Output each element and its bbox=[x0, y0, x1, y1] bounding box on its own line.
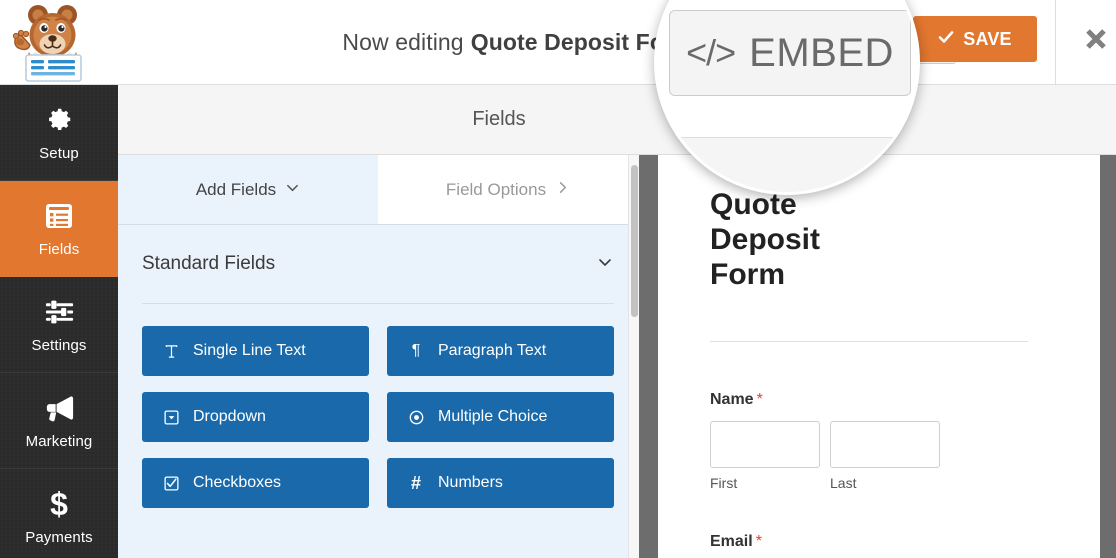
last-name-input[interactable] bbox=[830, 421, 940, 468]
add-fields-panel: Add Fields Field Options Standard Fields bbox=[118, 155, 638, 558]
chevron-right-icon bbox=[555, 180, 570, 200]
chevron-down-icon[interactable] bbox=[596, 253, 614, 276]
field-button-grid: Single Line Text ¶ Paragraph Text Dropdo… bbox=[118, 304, 638, 508]
tab-add-fields-label: Add Fields bbox=[195, 179, 277, 199]
panel-tabs: Add Fields Field Options bbox=[118, 155, 638, 225]
code-brackets-icon: </> bbox=[686, 32, 736, 73]
editing-prefix: Now editing bbox=[342, 28, 464, 55]
preview-name-inputs bbox=[710, 421, 940, 468]
gear-icon bbox=[44, 103, 74, 137]
sidebar-item-payments[interactable]: $ Payments bbox=[0, 469, 118, 558]
field-button-checkboxes[interactable]: Checkboxes bbox=[142, 458, 369, 508]
field-button-multiple-choice[interactable]: Multiple Choice bbox=[387, 392, 614, 442]
sidebar-item-marketing[interactable]: Marketing bbox=[0, 373, 118, 469]
sidebar-item-label: Settings bbox=[31, 337, 87, 354]
zoom-lens-embed-button[interactable]: </> EMBED bbox=[669, 10, 911, 96]
hash-icon: # bbox=[410, 472, 421, 493]
tab-field-options-label: Field Options bbox=[445, 179, 547, 199]
field-button-label: Single Line Text bbox=[193, 342, 306, 359]
first-name-sublabel: First bbox=[710, 475, 738, 491]
sidebar-item-settings[interactable]: Settings bbox=[0, 277, 118, 373]
close-x-icon bbox=[1083, 26, 1109, 57]
form-list-icon bbox=[43, 199, 75, 233]
sidebar-item-fields[interactable]: Fields bbox=[0, 181, 118, 277]
preview-divider bbox=[710, 341, 1028, 342]
field-button-dropdown[interactable]: Dropdown bbox=[142, 392, 369, 442]
sidebar-item-label: Marketing bbox=[25, 433, 93, 450]
chevron-down-icon bbox=[285, 180, 300, 200]
preview-field-name-label: Name * bbox=[710, 391, 763, 408]
required-marker: * bbox=[755, 533, 762, 550]
required-marker: * bbox=[756, 391, 763, 408]
zoom-lens-content: </> EMBED bbox=[657, 0, 917, 192]
preview-name-sublabels: First Last bbox=[710, 475, 940, 491]
sidebar-item-setup[interactable]: Setup bbox=[0, 85, 118, 181]
standard-fields-section-header[interactable]: Standard Fields bbox=[118, 225, 638, 303]
panel-scrollbar[interactable] bbox=[628, 155, 639, 558]
sliders-icon bbox=[44, 295, 75, 329]
zoom-lens-below-bg bbox=[657, 137, 917, 192]
first-name-input[interactable] bbox=[710, 421, 820, 468]
field-button-label: Multiple Choice bbox=[438, 408, 548, 425]
radio-button-icon bbox=[407, 410, 425, 425]
preview-form-title: Quote Deposit Form bbox=[710, 188, 821, 292]
preview-field-name: Name * First Last bbox=[710, 391, 940, 491]
field-button-label: Checkboxes bbox=[193, 474, 282, 491]
header-divider bbox=[1055, 0, 1056, 84]
field-button-label: Paragraph Text bbox=[438, 342, 547, 359]
preview-field-email-label: Email bbox=[710, 533, 753, 550]
preview-gutter-right bbox=[1100, 155, 1116, 558]
field-button-paragraph-text[interactable]: ¶ Paragraph Text bbox=[387, 326, 614, 376]
megaphone-icon bbox=[43, 391, 76, 425]
check-icon bbox=[938, 29, 954, 50]
field-button-label: Numbers bbox=[438, 474, 503, 491]
close-button[interactable] bbox=[1078, 23, 1114, 59]
text-cursor-icon bbox=[162, 344, 180, 359]
sidebar-item-label: Payments bbox=[25, 529, 93, 546]
form-preview-pane: Quote Deposit Form Name * First Last Emai… bbox=[658, 155, 1100, 558]
sidebar-item-label: Setup bbox=[39, 145, 79, 162]
field-button-single-line-text[interactable]: Single Line Text bbox=[142, 326, 369, 376]
panel-scrollbar-thumb[interactable] bbox=[631, 165, 638, 317]
standard-fields-title: Standard Fields bbox=[142, 253, 276, 274]
preview-field-email: Email * bbox=[710, 533, 762, 551]
section-title-bar: Fields bbox=[118, 85, 1116, 155]
main-sidebar: Setup Fields Settings Marketing $ Paymen… bbox=[0, 85, 118, 558]
field-button-numbers[interactable]: # Numbers bbox=[387, 458, 614, 508]
zoom-lens-embed-label: EMBED bbox=[749, 30, 894, 75]
wpforms-bear-mascot-logo bbox=[5, 2, 95, 84]
section-title: Fields bbox=[472, 108, 526, 130]
dropdown-caret-box-icon bbox=[162, 409, 180, 425]
form-builder-window: Now editing Quote Deposit Form </> EMBED… bbox=[0, 0, 1116, 558]
sidebar-item-label: Fields bbox=[38, 241, 80, 258]
tab-field-options[interactable]: Field Options bbox=[378, 155, 638, 224]
save-button[interactable]: SAVE bbox=[913, 16, 1037, 62]
preview-gutter-left bbox=[639, 155, 658, 558]
checkbox-checked-icon bbox=[162, 475, 180, 491]
paragraph-icon: ¶ bbox=[411, 342, 421, 359]
field-button-label: Dropdown bbox=[193, 408, 266, 425]
last-name-sublabel: Last bbox=[830, 475, 857, 491]
zoom-lens-overlay: </> EMBED bbox=[654, 0, 920, 195]
app-header: Now editing Quote Deposit Form </> EMBED… bbox=[0, 0, 1116, 85]
save-button-label: SAVE bbox=[963, 28, 1012, 49]
svg-text:$: $ bbox=[50, 488, 68, 520]
dollar-sign-icon: $ bbox=[47, 487, 71, 521]
tab-add-fields[interactable]: Add Fields bbox=[118, 155, 378, 224]
